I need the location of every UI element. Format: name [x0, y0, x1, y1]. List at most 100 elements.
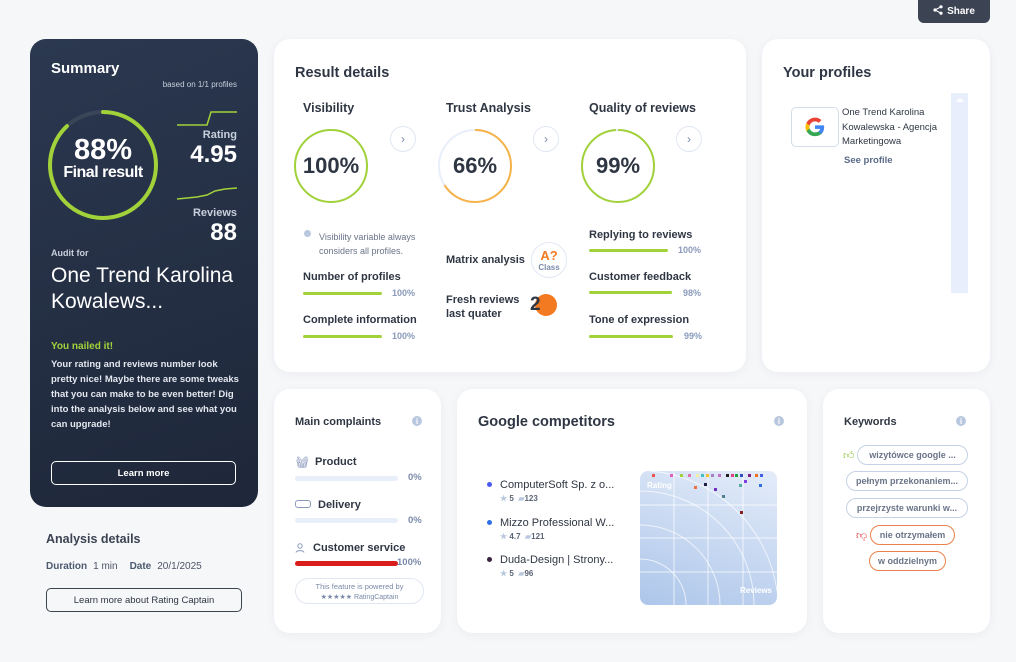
business-name: One Trend Karolina Kowalews... [51, 264, 234, 313]
competitor-rating: 4.7 [509, 532, 521, 541]
visibility-arrow-button[interactable]: › [390, 126, 416, 152]
quality-percent: 99% [595, 153, 641, 178]
summary-card: Summary based on 1/1 profiles 88% Final … [30, 39, 258, 507]
number-of-profiles-bar [303, 292, 382, 295]
info-icon[interactable]: i [412, 416, 422, 426]
complaint-product-percent: 0% [408, 472, 422, 483]
profile-name: One Trend Karolina Kowalewska - Agencja … [842, 107, 938, 147]
analysis-details-title: Analysis details [46, 532, 141, 546]
replying-bar [589, 249, 668, 252]
info-icon[interactable]: i [774, 416, 784, 426]
powered-by-brand: ★★★★★ RatingCaptain [320, 594, 399, 601]
chart-point [718, 474, 721, 477]
info-icon [304, 230, 311, 237]
learn-more-button[interactable]: Learn more [51, 461, 236, 485]
competitor-rating: 5 [509, 494, 514, 503]
chevron-right-icon: › [401, 132, 405, 146]
share-button[interactable]: Share [918, 0, 990, 23]
your-profiles-title: Your profiles [783, 65, 872, 81]
scroll-up-icon[interactable] [955, 98, 964, 102]
reviews-value: 88 [210, 219, 237, 246]
competitor-name: ComputerSoft Sp. z o... [500, 479, 615, 491]
chart-point [706, 474, 709, 477]
chevron-right-icon: › [544, 132, 548, 146]
chart-point [688, 474, 691, 477]
info-icon[interactable]: i [956, 416, 966, 426]
chart-point [744, 480, 747, 483]
complete-information-bar [303, 335, 382, 338]
competitor-dot [487, 520, 492, 525]
competitor-name: Mizzo Professional W... [500, 517, 615, 529]
complaint-delivery-percent: 0% [408, 515, 422, 526]
star-icon: ★ [500, 569, 508, 578]
trust-analysis-title: Trust Analysis [446, 101, 531, 115]
competitor-rating: 5 [509, 569, 514, 578]
customer-feedback-percent: 98% [683, 288, 702, 298]
chart-point [696, 474, 699, 477]
keyword-positive[interactable]: wizytówce google ... [857, 445, 968, 465]
chart-point [740, 511, 743, 514]
customer-feedback-label: Customer feedback [589, 271, 692, 283]
main-complaints-title: Main complaints [295, 416, 382, 428]
trust-arrow-button[interactable]: › [533, 126, 559, 152]
competitor-reviews: 121 [531, 532, 545, 541]
duration-value: 1 min [93, 561, 118, 572]
competitor-name: Duda-Design | Strony... [500, 554, 614, 566]
replying-percent: 100% [678, 245, 702, 255]
chevron-right-icon: › [687, 132, 691, 146]
keyword-positive[interactable]: przejrzyste warunki w... [846, 498, 968, 518]
competitor-reviews: 96 [524, 569, 534, 578]
powered-by-text: This feature is powered by [315, 582, 404, 591]
chart-point [670, 474, 673, 477]
complete-information-percent: 100% [392, 331, 416, 341]
nailed-title: You nailed it! [51, 341, 114, 352]
complaint-product-label: Product [315, 456, 357, 468]
chart-point [731, 474, 734, 477]
rating-sparkline [177, 111, 237, 126]
matrix-analysis-label: Matrix analysis [446, 254, 525, 266]
rating-label: Rating [202, 129, 237, 141]
competitor-dot [487, 482, 492, 487]
chart-point [735, 474, 738, 477]
replying-label: Replying to reviews [589, 229, 693, 241]
reviews-label: Reviews [192, 207, 237, 219]
nailed-text: Your rating and reviews number look pret… [51, 359, 239, 430]
tone-label: Tone of expression [589, 314, 690, 326]
chart-y-label: Rating [647, 481, 672, 490]
keyword-negative[interactable]: nie otrzymałem [870, 525, 955, 545]
complaint-customer-service-bar [295, 561, 398, 566]
profiles-scrollbar[interactable] [951, 93, 968, 293]
star-icon: ★ [500, 532, 508, 541]
chart-point [740, 474, 743, 477]
complaint-delivery-label: Delivery [318, 499, 361, 511]
matrix-grade: A? [540, 248, 558, 263]
competitor-dot [487, 557, 492, 562]
keyword-positive[interactable]: pełnym przekonaniem... [846, 471, 968, 491]
reviews-sparkline [177, 187, 237, 200]
chart-point [722, 495, 725, 498]
summary-title: Summary [51, 60, 120, 77]
chart-point [652, 474, 655, 477]
star-icon: ★ [500, 494, 508, 503]
visibility-percent: 100% [302, 153, 360, 178]
final-result-percent: 88% [73, 134, 133, 166]
chart-point [739, 484, 742, 487]
share-label: Share [947, 6, 975, 17]
complaint-customer-service-label: Customer service [313, 542, 406, 554]
number-of-profiles-label: Number of profiles [303, 271, 401, 283]
chart-x-label: Reviews [739, 586, 772, 595]
learn-more-rating-captain-button[interactable]: Learn more about Rating Captain [46, 588, 242, 612]
customer-feedback-bar [589, 291, 672, 294]
quality-arrow-button[interactable]: › [676, 126, 702, 152]
chart-point [759, 484, 762, 487]
competitors-chart: Rating Reviews [640, 471, 777, 605]
keyword-negative[interactable]: w oddzielnym [869, 551, 946, 571]
chart-point [704, 483, 707, 486]
google-profile-logo [791, 107, 839, 147]
result-details-title: Result details [295, 65, 390, 81]
see-profile-link[interactable]: See profile [844, 155, 893, 166]
powered-by-badge[interactable]: This feature is powered by ★★★★★ RatingC… [295, 578, 424, 604]
matrix-class-label: Class [538, 263, 560, 272]
final-result-label: Final result [63, 164, 143, 181]
fresh-reviews-label: Fresh reviews last quater [446, 294, 520, 320]
